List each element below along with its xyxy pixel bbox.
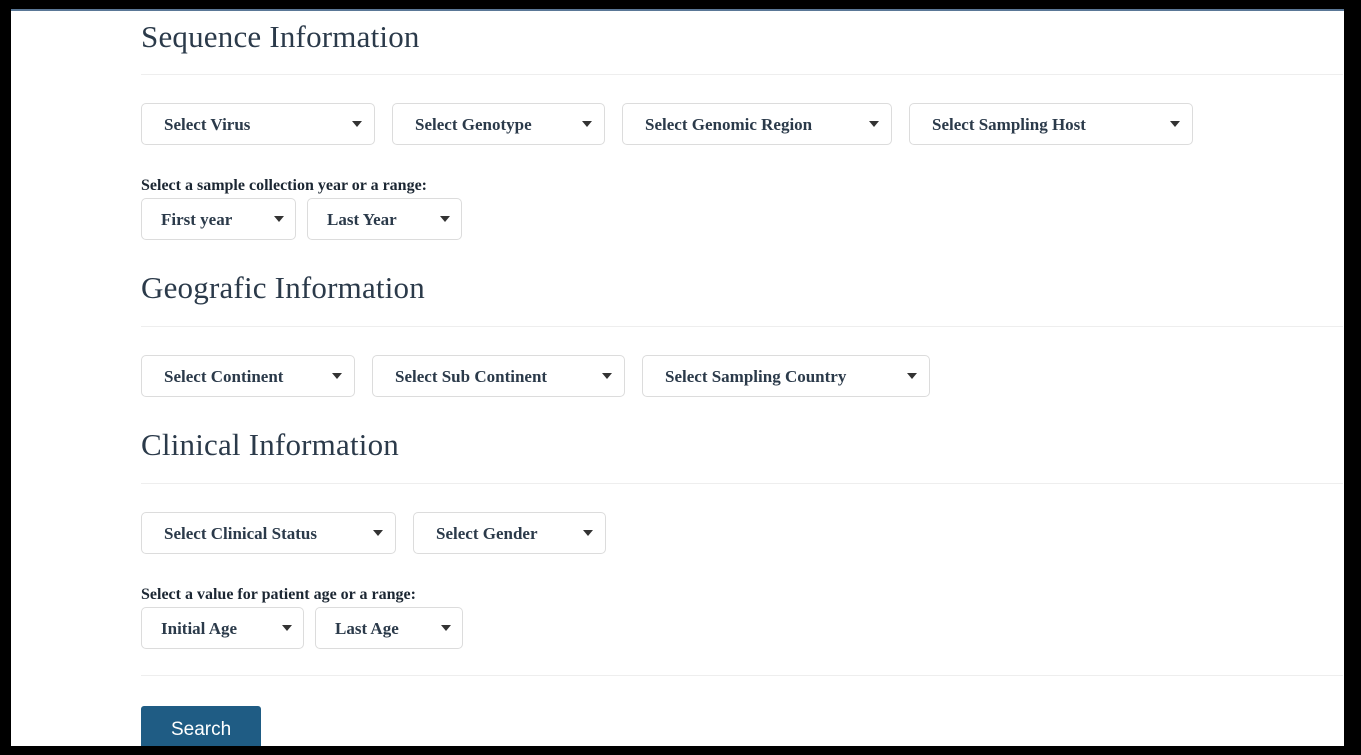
chevron-down-icon bbox=[373, 530, 383, 536]
clinical-status-select[interactable]: Select Clinical Status bbox=[141, 512, 396, 554]
chevron-down-icon bbox=[907, 373, 917, 379]
browser-page-frame: Sequence Information Select Virus Select… bbox=[11, 9, 1344, 746]
last-age-select-label: Last Age bbox=[335, 618, 399, 638]
sequence-information-heading: Sequence Information bbox=[141, 19, 420, 54]
virus-select-label: Select Virus bbox=[164, 114, 251, 134]
year-range-select-row: First year Last Year bbox=[141, 198, 473, 240]
sequence-section-divider bbox=[141, 74, 1343, 75]
search-button-wrap: Search bbox=[141, 706, 262, 746]
gender-select-label: Select Gender bbox=[436, 523, 538, 543]
sub-continent-select[interactable]: Select Sub Continent bbox=[372, 355, 625, 397]
chevron-down-icon bbox=[441, 625, 451, 631]
sequence-select-row: Select Virus Select Genotype Select Geno… bbox=[141, 103, 1193, 145]
chevron-down-icon bbox=[282, 625, 292, 631]
last-year-select[interactable]: Last Year bbox=[307, 198, 462, 240]
virus-select[interactable]: Select Virus bbox=[141, 103, 375, 145]
genomic-region-select[interactable]: Select Genomic Region bbox=[622, 103, 892, 145]
first-year-select-label: First year bbox=[161, 209, 233, 229]
last-age-select[interactable]: Last Age bbox=[315, 607, 463, 649]
geografic-select-row: Select Continent Select Sub Continent Se… bbox=[141, 355, 930, 397]
footer-divider bbox=[141, 675, 1343, 676]
chevron-down-icon bbox=[440, 216, 450, 222]
chevron-down-icon bbox=[332, 373, 342, 379]
age-range-select-row: Initial Age Last Age bbox=[141, 607, 474, 649]
initial-age-select-label: Initial Age bbox=[161, 618, 238, 638]
search-button[interactable]: Search bbox=[141, 706, 262, 746]
last-year-select-label: Last Year bbox=[327, 209, 397, 229]
clinical-status-select-label: Select Clinical Status bbox=[164, 523, 317, 543]
chevron-down-icon bbox=[869, 121, 879, 127]
sampling-host-select-label: Select Sampling Host bbox=[932, 114, 1086, 134]
chevron-down-icon bbox=[352, 121, 362, 127]
clinical-information-heading: Clinical Information bbox=[141, 427, 399, 462]
clinical-select-row: Select Clinical Status Select Gender bbox=[141, 512, 606, 554]
clinical-section-divider bbox=[141, 483, 1343, 484]
genomic-region-select-label: Select Genomic Region bbox=[645, 114, 813, 134]
geografic-information-heading: Geografic Information bbox=[141, 270, 425, 305]
initial-age-select[interactable]: Initial Age bbox=[141, 607, 304, 649]
chevron-down-icon bbox=[582, 121, 592, 127]
first-year-select[interactable]: First year bbox=[141, 198, 296, 240]
continent-select[interactable]: Select Continent bbox=[141, 355, 355, 397]
genotype-select[interactable]: Select Genotype bbox=[392, 103, 605, 145]
chevron-down-icon bbox=[274, 216, 284, 222]
sampling-host-select[interactable]: Select Sampling Host bbox=[909, 103, 1193, 145]
chevron-down-icon bbox=[602, 373, 612, 379]
sub-continent-select-label: Select Sub Continent bbox=[395, 366, 548, 386]
patient-age-label: Select a value for patient age or a rang… bbox=[141, 586, 416, 603]
chevron-down-icon bbox=[1170, 121, 1180, 127]
search-form-content: Sequence Information Select Virus Select… bbox=[129, 11, 1344, 746]
gender-select[interactable]: Select Gender bbox=[413, 512, 606, 554]
sampling-country-select-label: Select Sampling Country bbox=[665, 366, 847, 386]
genotype-select-label: Select Genotype bbox=[415, 114, 532, 134]
sample-collection-year-label: Select a sample collection year or a ran… bbox=[141, 177, 427, 194]
chevron-down-icon bbox=[583, 530, 593, 536]
sampling-country-select[interactable]: Select Sampling Country bbox=[642, 355, 930, 397]
continent-select-label: Select Continent bbox=[164, 366, 284, 386]
geografic-section-divider bbox=[141, 326, 1343, 327]
